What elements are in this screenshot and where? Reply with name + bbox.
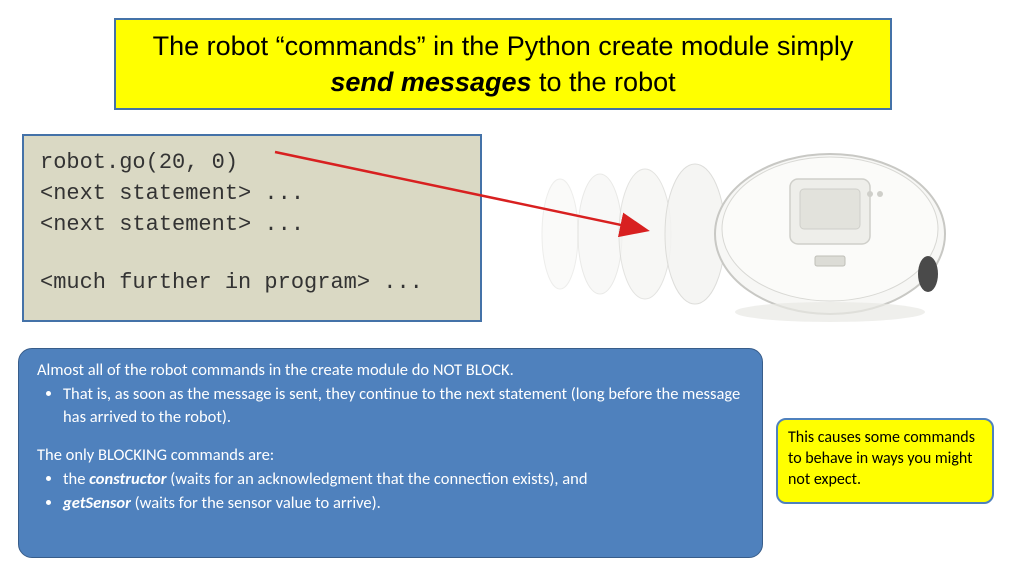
code-line-4: <much further in program> ... [40, 268, 464, 299]
title-box: The robot “commands” in the Python creat… [114, 18, 892, 110]
blue-bullet-3: getSensor (waits for the sensor value to… [63, 492, 744, 514]
b3-emph: getSensor [63, 493, 131, 513]
blue-spacer [37, 436, 744, 444]
title-text: The robot “commands” in the Python creat… [146, 28, 860, 101]
side-note: This causes some commands to behave in w… [776, 418, 994, 504]
b2-post: (waits for an acknowledgment that the co… [167, 469, 588, 489]
blue-para-2: The only BLOCKING commands are: [37, 444, 744, 466]
code-line-1: robot.go(20, 0) [40, 148, 464, 179]
code-box: robot.go(20, 0) <next statement> ... <ne… [22, 134, 482, 322]
title-post: to the robot [532, 67, 676, 97]
title-pre: The robot “commands” in the Python creat… [153, 31, 854, 61]
blue-list-2: the constructor (waits for an acknowledg… [37, 468, 744, 515]
robot-illustration [500, 134, 970, 324]
title-emphasis: send messages [330, 67, 531, 97]
blue-list-1: That is, as soon as the message is sent,… [37, 383, 744, 428]
b2-emph: constructor [89, 469, 166, 489]
robot-svg [500, 134, 970, 324]
blue-para-1: Almost all of the robot commands in the … [37, 359, 744, 381]
code-line-3: <next statement> ... [40, 210, 464, 241]
blue-bullet-2: the constructor (waits for an acknowledg… [63, 468, 744, 490]
b2-pre: the [63, 469, 89, 489]
side-note-text: This causes some commands to behave in w… [788, 428, 975, 489]
code-line-2: <next statement> ... [40, 179, 464, 210]
b3-post: (waits for the sensor value to arrive). [131, 493, 381, 513]
code-spacer [40, 240, 464, 268]
robot-body-icon [715, 154, 945, 322]
explanation-box: Almost all of the robot commands in the … [18, 348, 763, 558]
blue-bullet-1: That is, as soon as the message is sent,… [63, 383, 744, 428]
